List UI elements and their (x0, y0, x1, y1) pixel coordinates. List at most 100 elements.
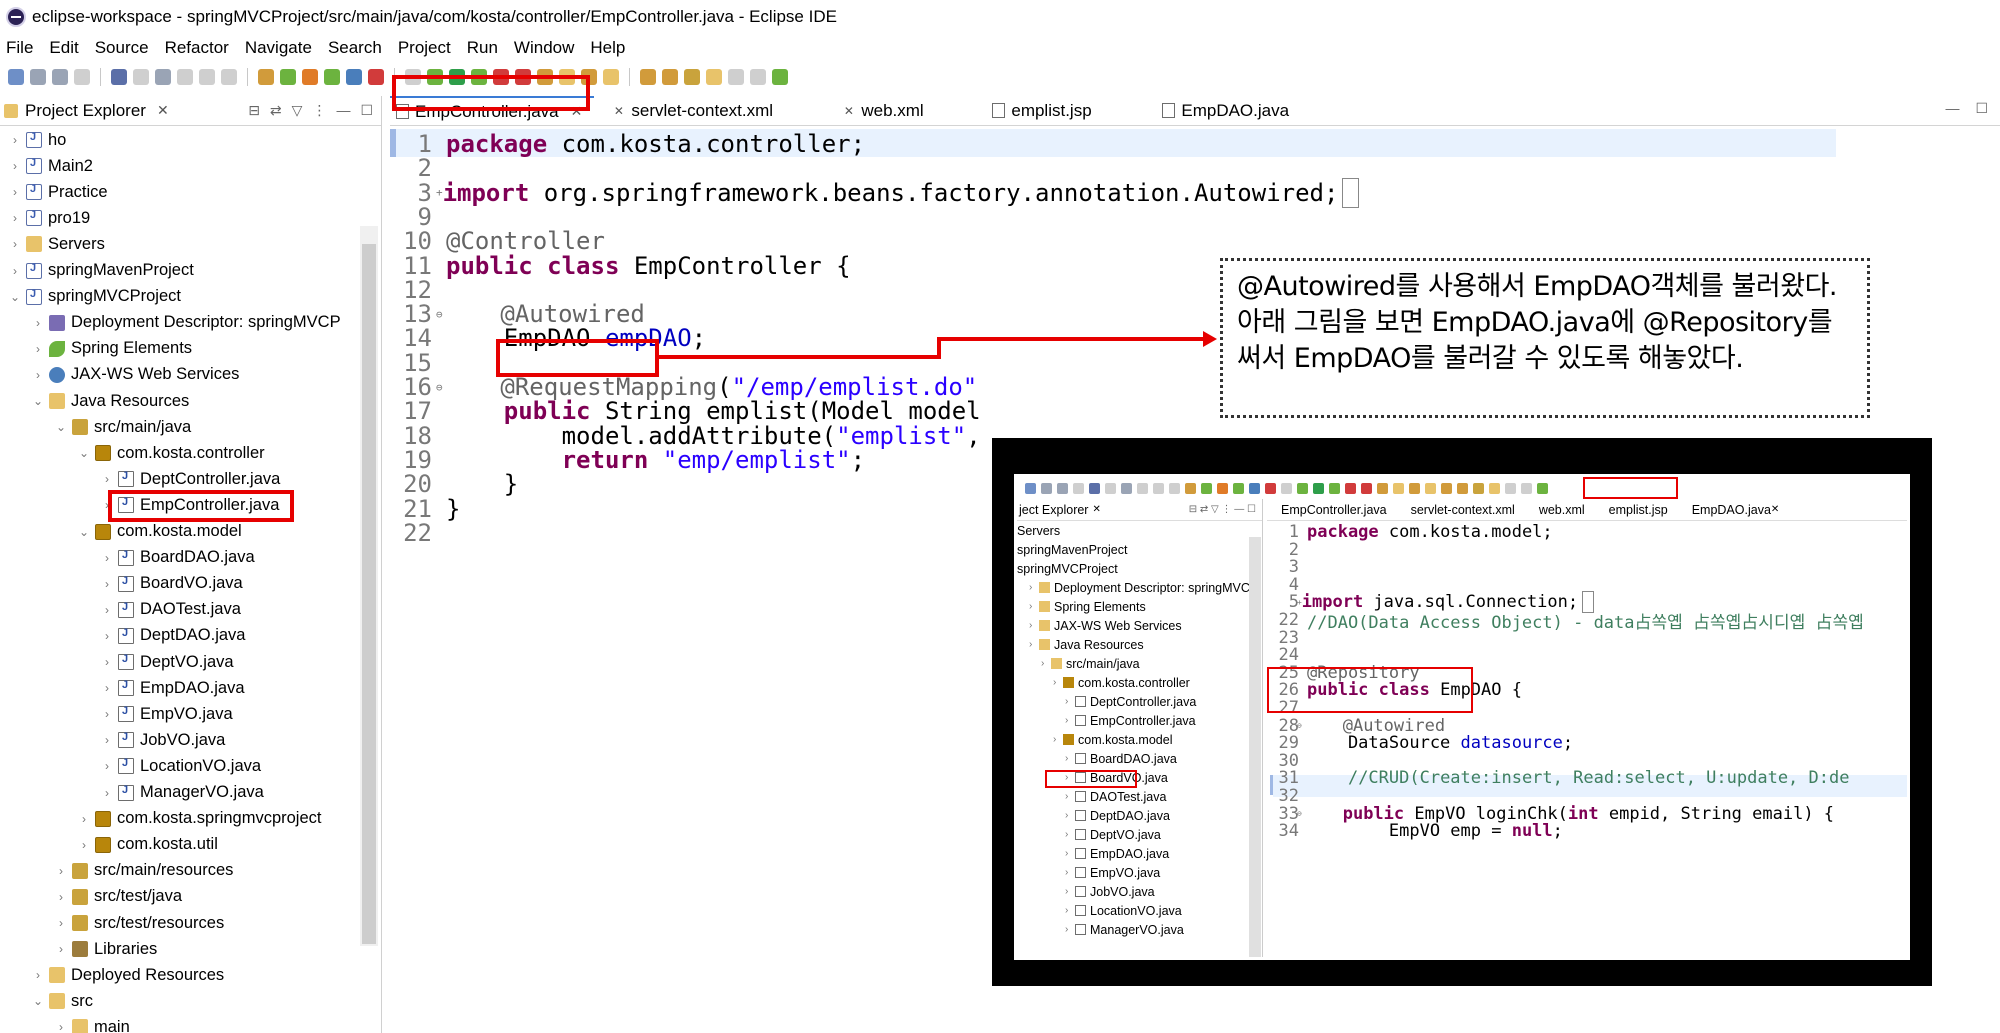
tree-item[interactable]: › src/main/resources (54, 858, 233, 884)
tree-item[interactable]: › Libraries (54, 936, 157, 962)
toolbar-button-icon[interactable] (684, 69, 700, 85)
chevron-icon[interactable]: › (100, 681, 114, 695)
chevron-icon[interactable]: ⌄ (8, 290, 22, 304)
explorer-scroll-thumb[interactable] (362, 244, 376, 944)
menu-item-navigate[interactable]: Navigate (245, 38, 312, 58)
menu-item-source[interactable]: Source (95, 38, 149, 58)
chevron-icon[interactable]: › (100, 577, 114, 591)
toolbar-button-icon[interactable] (662, 69, 678, 85)
menu-item-window[interactable]: Window (514, 38, 574, 58)
menu-item-search[interactable]: Search (328, 38, 382, 58)
chevron-icon[interactable]: › (8, 264, 22, 278)
minimize-icon[interactable]: — (1946, 100, 1960, 116)
chevron-icon[interactable]: › (100, 629, 114, 643)
toolbar-button-icon[interactable] (640, 69, 656, 85)
fold-marker-icon[interactable]: + (436, 186, 443, 199)
menu-item-project[interactable]: Project (398, 38, 451, 58)
chevron-icon[interactable]: › (31, 968, 45, 982)
editor-tab[interactable]: ✕ servlet-context.xml (606, 96, 806, 126)
tree-item[interactable]: › DAOTest.java (100, 597, 241, 623)
tree-item[interactable]: › com.kosta.springmvcproject (77, 806, 322, 832)
tree-item[interactable]: › EmpDAO.java (100, 675, 245, 701)
fold-marker-icon[interactable]: ⊖ (436, 308, 443, 321)
toolbar-button-icon[interactable] (603, 69, 619, 85)
toolbar-button-icon[interactable] (111, 69, 127, 85)
chevron-icon[interactable]: › (54, 1020, 68, 1033)
toolbar-button-icon[interactable] (750, 69, 766, 85)
toolbar-button-icon[interactable] (346, 69, 362, 85)
tree-item[interactable]: › LocationVO.java (100, 753, 261, 779)
chevron-icon[interactable]: › (77, 812, 91, 826)
minimize-icon[interactable]: — (336, 102, 350, 119)
toolbar-button-icon[interactable] (8, 69, 24, 85)
editor-tab[interactable]: EmpDAO.java (1156, 96, 1301, 126)
tree-item[interactable]: › src/test/java (54, 884, 182, 910)
toolbar-button-icon[interactable] (324, 69, 340, 85)
toolbar-button-icon[interactable] (221, 69, 237, 85)
maximize-icon[interactable]: ☐ (360, 102, 373, 119)
tree-item[interactable]: › com.kosta.util (77, 832, 218, 858)
toolbar-button-icon[interactable] (258, 69, 274, 85)
chevron-icon[interactable]: › (8, 185, 22, 199)
tree-item[interactable]: ⌄ src (31, 988, 93, 1014)
editor-tab[interactable]: emplist.jsp (986, 96, 1126, 126)
chevron-icon[interactable]: › (31, 316, 45, 330)
tree-item[interactable]: › Deployment Descriptor: springMVCP (31, 310, 341, 336)
toolbar-button-icon[interactable] (133, 69, 149, 85)
toolbar-button-icon[interactable] (280, 69, 296, 85)
chevron-icon[interactable]: › (100, 733, 114, 747)
chevron-icon[interactable]: › (54, 916, 68, 930)
editor-tab[interactable]: ✕ web.xml (836, 96, 956, 126)
chevron-icon[interactable]: › (100, 759, 114, 773)
toolbar-button-icon[interactable] (74, 69, 90, 85)
menu-item-file[interactable]: File (6, 38, 33, 58)
chevron-icon[interactable]: ⌄ (31, 994, 45, 1008)
chevron-icon[interactable]: › (8, 211, 22, 225)
tree-item[interactable]: › BoardDAO.java (100, 545, 255, 571)
toolbar-button-icon[interactable] (52, 69, 68, 85)
chevron-icon[interactable]: › (31, 342, 45, 356)
tree-item[interactable]: › Deployed Resources (31, 962, 224, 988)
tree-item[interactable]: › springMavenProject (8, 258, 194, 284)
tree-item[interactable]: › JAX-WS Web Services (31, 362, 239, 388)
tree-item[interactable]: ⌄ com.kosta.model (77, 519, 242, 545)
maximize-icon[interactable]: ☐ (1975, 100, 1988, 116)
chevron-icon[interactable]: › (8, 159, 22, 173)
toolbar-button-icon[interactable] (177, 69, 193, 85)
tree-item[interactable]: › DeptDAO.java (100, 623, 245, 649)
tree-item[interactable]: › Servers (8, 231, 105, 257)
tree-item[interactable]: › EmpVO.java (100, 701, 233, 727)
chevron-icon[interactable]: › (100, 655, 114, 669)
view-menu-icon[interactable]: ⋮ (312, 102, 326, 119)
chevron-icon[interactable]: › (100, 551, 114, 565)
tree-item[interactable]: › BoardVO.java (100, 571, 243, 597)
chevron-icon[interactable]: › (54, 890, 68, 904)
tree-item[interactable]: ⌄ Java Resources (31, 388, 189, 414)
close-icon[interactable]: ✕ (157, 102, 169, 119)
fold-marker-icon[interactable]: ⊖ (436, 381, 443, 394)
chevron-icon[interactable]: › (100, 707, 114, 721)
menu-item-refactor[interactable]: Refactor (165, 38, 229, 58)
chevron-icon[interactable]: › (100, 603, 114, 617)
chevron-icon[interactable]: ⌄ (77, 446, 91, 460)
tree-item[interactable]: › ManagerVO.java (100, 780, 264, 806)
chevron-icon[interactable]: › (77, 838, 91, 852)
chevron-icon[interactable]: ⌄ (77, 525, 91, 539)
tree-item[interactable]: › Spring Elements (31, 336, 192, 362)
tree-item[interactable]: ⌄ springMVCProject (8, 284, 181, 310)
toolbar-button-icon[interactable] (30, 69, 46, 85)
tree-item[interactable]: › src/test/resources (54, 910, 224, 936)
chevron-icon[interactable]: › (8, 237, 22, 251)
tree-item[interactable]: › DeptController.java (100, 466, 280, 492)
tree-item[interactable]: ⌄ src/main/java (54, 414, 191, 440)
toolbar-button-icon[interactable] (199, 69, 215, 85)
tree-item[interactable]: › ho (8, 127, 66, 153)
chevron-icon[interactable]: › (100, 786, 114, 800)
toolbar-button-icon[interactable] (368, 69, 384, 85)
chevron-icon[interactable]: › (8, 133, 22, 147)
project-explorer-tab[interactable]: Project Explorer ✕ (4, 101, 169, 121)
toolbar-button-icon[interactable] (155, 69, 171, 85)
chevron-icon[interactable]: › (54, 864, 68, 878)
tree-item[interactable]: ⌄ com.kosta.controller (77, 440, 265, 466)
chevron-icon[interactable]: › (31, 368, 45, 382)
